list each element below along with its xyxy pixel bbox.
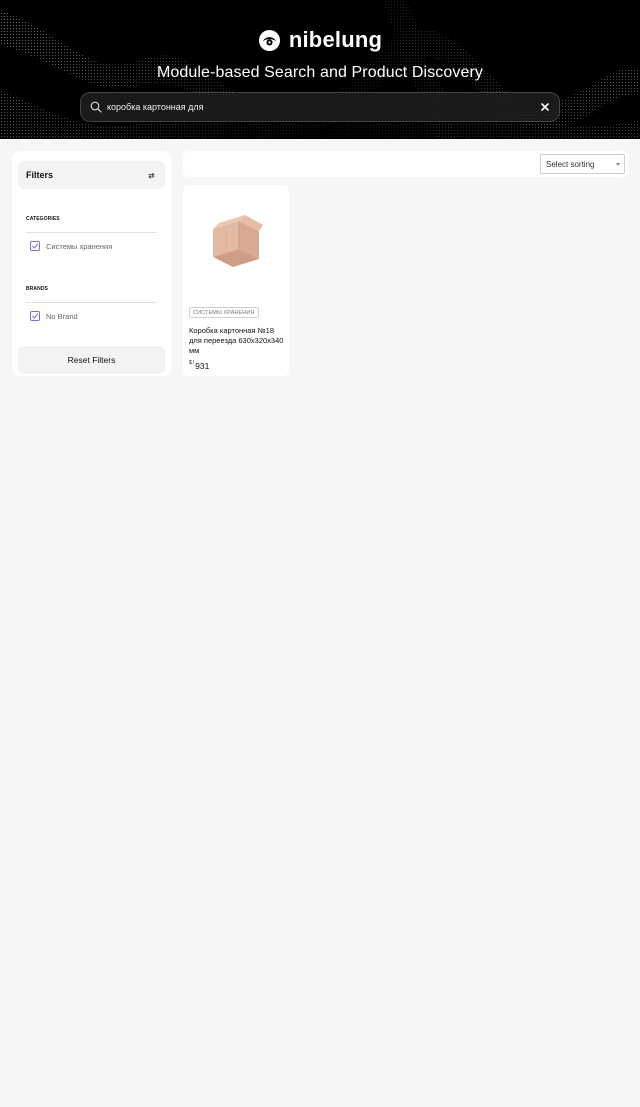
close-icon[interactable]	[540, 102, 550, 112]
eye-logo-icon	[258, 29, 280, 51]
search-icon	[90, 101, 102, 113]
search-bar	[80, 92, 560, 122]
product-card[interactable]: СИСТЕМЫ ХРАНЕНИЯ Коробка картонная №18 д…	[183, 185, 289, 376]
brand-logo[interactable]: nibelung	[0, 27, 640, 53]
filter-option-no-brand[interactable]: No Brand	[30, 311, 78, 321]
cardboard-box-image	[213, 215, 263, 267]
filter-option-label: Системы хранения	[46, 241, 113, 251]
filters-title: Filters	[26, 170, 54, 180]
product-title[interactable]: Коробка картонная №18 для переезда 630x3…	[189, 326, 285, 356]
brands-heading: BRANDS	[26, 286, 48, 292]
sort-select[interactable]: Select sorting	[540, 154, 625, 174]
filters-panel: Filters CATEGORIES Системы хранения BRAN…	[12, 151, 171, 376]
product-price: $ / 931	[189, 360, 209, 371]
categories-heading: CATEGORIES	[26, 216, 60, 222]
price-value: 931	[195, 361, 210, 371]
checkbox-checked[interactable]	[30, 241, 40, 251]
hero-banner: nibelung Module-based Search and Product…	[0, 0, 640, 139]
search-input[interactable]	[107, 93, 540, 121]
filters-header: Filters	[18, 161, 165, 189]
reset-filters-button[interactable]: Reset Filters	[18, 346, 165, 374]
check-icon	[32, 243, 39, 249]
caret-down-icon	[616, 162, 620, 166]
check-icon	[32, 313, 39, 319]
filter-option-storage-systems[interactable]: Системы хранения	[30, 241, 112, 251]
page-title: Module-based Search and Product Discover…	[156, 64, 484, 81]
results-toolbar: Select sorting	[183, 151, 628, 177]
category-badge: СИСТЕМЫ ХРАНЕНИЯ	[189, 307, 259, 318]
divider	[26, 302, 157, 303]
refresh-icon[interactable]	[147, 171, 156, 180]
price-currency: $	[189, 360, 192, 366]
filter-option-label: No Brand	[46, 311, 78, 321]
price-separator: /	[192, 360, 195, 366]
sort-select-label: Select sorting	[546, 159, 595, 169]
checkbox-checked[interactable]	[30, 311, 40, 321]
brand-name: nibelung	[288, 27, 383, 52]
divider	[26, 232, 157, 233]
